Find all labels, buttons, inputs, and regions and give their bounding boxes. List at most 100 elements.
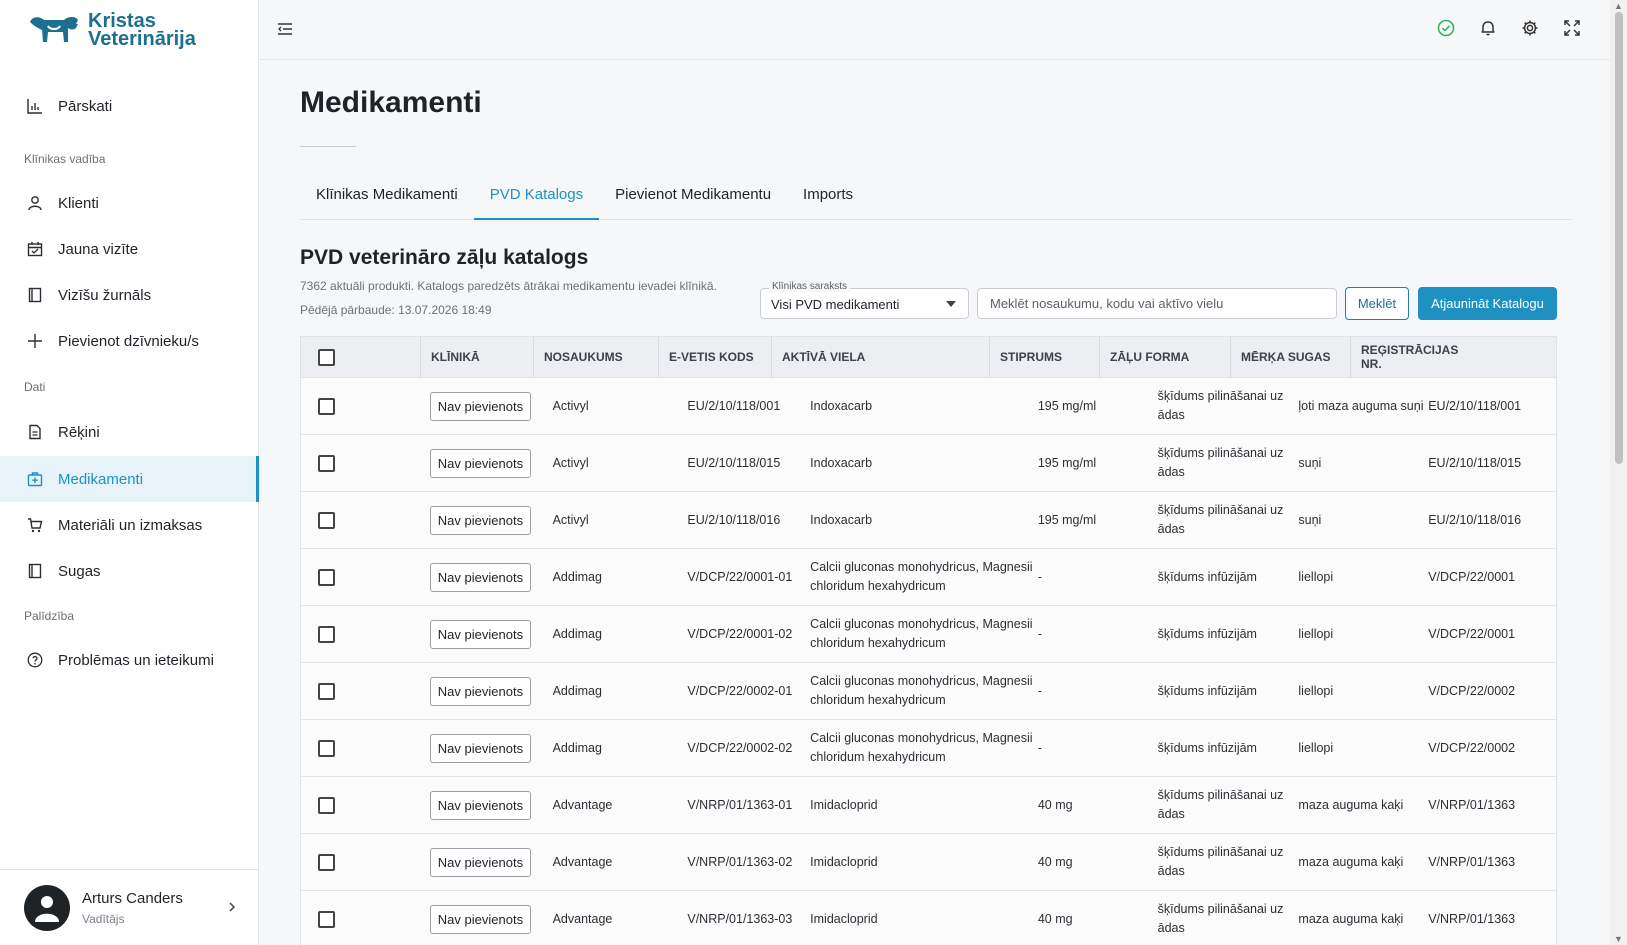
cell-substance: Indoxacarb (810, 398, 873, 413)
add-to-clinic-button[interactable]: Nav pievienots (429, 733, 532, 763)
cell-species: maza auguma kaķi (1298, 911, 1404, 926)
gear-icon[interactable] (1520, 18, 1540, 38)
col-header-code[interactable]: E-VETIS KODS (658, 337, 781, 378)
table-row: Nav pievienots Advantage V/NRP/01/1363-02 I… (301, 834, 1556, 891)
row-checkbox[interactable] (318, 454, 335, 472)
add-to-clinic-button[interactable]: Nav pievienots (429, 505, 532, 535)
brand-line2: Veterinārija (88, 28, 196, 50)
scroll-thumb[interactable] (1615, 12, 1623, 464)
sidebar-item-feedback[interactable]: Problēmas un ieteikumi (0, 637, 259, 683)
row-checkbox[interactable] (318, 682, 335, 700)
cell-code: EU/2/10/118/015 (687, 455, 781, 470)
select-all-cell (301, 337, 430, 378)
tab-add-medicine[interactable]: Pievienot Medikamentu (599, 178, 787, 220)
row-checkbox[interactable] (318, 568, 335, 586)
add-to-clinic-button[interactable]: Nav pievienots (429, 448, 532, 478)
catalog-search-input[interactable] (977, 288, 1337, 319)
add-to-clinic-button[interactable]: Nav pievienots (429, 391, 532, 421)
row-checkbox[interactable] (318, 625, 335, 643)
cell-form: šķīdums infūzijām (1157, 569, 1257, 584)
cell-reg: V/DCP/22/0002 (1428, 683, 1516, 698)
sidebar-item-invoices[interactable]: Rēķini (0, 409, 259, 455)
cell-strength: 40 mg (1037, 911, 1073, 926)
row-select-cell (301, 454, 430, 472)
sidebar-item-label: Materiāli un izmaksas (58, 516, 203, 534)
cell-name: Advantage (552, 797, 613, 812)
menu-collapse-icon[interactable] (276, 20, 296, 40)
sidebar-item-clients[interactable]: Klienti (0, 180, 259, 226)
col-header-reg[interactable]: REĢISTRĀCIJAS NR. (1350, 337, 1478, 378)
add-to-clinic-button[interactable]: Nav pievienots (429, 847, 532, 877)
table-row: Nav pievienots Addimag V/DCP/22/0001-01 Cal… (301, 549, 1556, 606)
tab-pvd-catalog[interactable]: PVD Katalogs (473, 178, 600, 220)
cell-strength: 195 mg/ml (1037, 512, 1097, 527)
cell-species: ļoti maza auguma suņi (1298, 398, 1424, 413)
row-checkbox[interactable] (318, 853, 335, 871)
topbar (260, 0, 1610, 60)
col-header-form[interactable]: ZĀĻU FORMA (1099, 337, 1240, 378)
cell-substance: Calcii gluconas monohydricus, Magnesii c… (810, 674, 1033, 707)
row-checkbox[interactable] (318, 511, 335, 529)
page-scrollbar[interactable]: ▲ ▼ (1610, 0, 1627, 945)
sidebar-item-materials[interactable]: Materiāli un izmaksas (0, 502, 259, 548)
col-header-substance[interactable]: AKTĪVĀ VIELA (771, 337, 999, 378)
clinic-list-select[interactable]: Klīnikas saraksts Visi PVD medikamenti (760, 281, 969, 319)
tab-imports[interactable]: Imports (787, 178, 869, 220)
dropdown-caret-icon (946, 301, 956, 307)
cell-reg: EU/2/10/118/016 (1428, 512, 1522, 527)
scroll-down-icon[interactable]: ▼ (1614, 934, 1623, 944)
search-button[interactable]: Meklēt (1345, 287, 1409, 320)
sidebar-item-label: Vizīšu žurnāls (58, 286, 152, 304)
cell-strength: - (1037, 626, 1042, 641)
sidebar-item-species[interactable]: Sugas (0, 548, 259, 594)
bell-icon[interactable] (1478, 18, 1498, 38)
table-row: Nav pievienots Activyl EU/2/10/118/016 Indo… (301, 492, 1556, 549)
add-to-clinic-button[interactable]: Nav pievienots (429, 562, 532, 592)
row-select-cell (301, 625, 430, 643)
row-checkbox[interactable] (318, 796, 335, 814)
cart-icon (26, 516, 44, 534)
user-profile[interactable]: Arturs Canders Vadītājs (0, 869, 259, 945)
sidebar-section-help: Palīdzība (24, 609, 75, 623)
chevron-right-icon[interactable] (227, 900, 237, 916)
update-catalog-button[interactable]: Atjaunināt Katalogu (1418, 287, 1557, 320)
sidebar-item-label: Medikamenti (58, 470, 144, 488)
cell-form: šķīdums pilināšanai uz ādas (1157, 446, 1284, 479)
sidebar-item-medicines[interactable]: Medikamenti (0, 456, 259, 502)
cell-species: liellopi (1298, 740, 1334, 755)
row-checkbox[interactable] (318, 397, 335, 415)
fullscreen-icon[interactable] (1562, 18, 1582, 38)
table-row: Nav pievienots Addimag V/DCP/22/0001-02 Cal… (301, 606, 1556, 663)
cell-code: V/NRP/01/1363-01 (687, 797, 793, 812)
select-all-checkbox[interactable] (318, 348, 335, 366)
cell-substance: Indoxacarb (810, 455, 873, 470)
col-header-species[interactable]: MĒRĶA SUGAS (1230, 337, 1360, 378)
row-select-cell (301, 397, 430, 415)
sidebar-item-label: Pārskati (58, 97, 113, 115)
cell-strength: - (1037, 683, 1042, 698)
col-header-strength[interactable]: STIPRUMS (989, 337, 1109, 378)
row-checkbox[interactable] (318, 739, 335, 757)
cell-substance: Calcii gluconas monohydricus, Magnesii c… (810, 617, 1033, 650)
help-circle-icon (26, 651, 44, 669)
sidebar-item-overview[interactable]: Pārskati (0, 83, 259, 129)
scroll-up-icon[interactable]: ▲ (1614, 1, 1623, 11)
cell-clinic-status: Nav pievienots (429, 733, 553, 763)
sidebar-item-visit-log[interactable]: Vizīšu žurnāls (0, 272, 259, 318)
cell-form: šķīdums pilināšanai uz ādas (1157, 902, 1284, 935)
add-to-clinic-button[interactable]: Nav pievienots (429, 676, 532, 706)
add-to-clinic-button[interactable]: Nav pievienots (429, 619, 532, 649)
add-to-clinic-button[interactable]: Nav pievienots (429, 790, 532, 820)
sidebar-item-new-visit[interactable]: Jauna vizīte (0, 226, 259, 272)
cell-code: V/DCP/22/0002-02 (687, 740, 793, 755)
brand-logo[interactable]: Kristas Veterinārija (26, 10, 196, 50)
row-checkbox[interactable] (318, 910, 335, 928)
sidebar-item-add-animal[interactable]: Pievienot dzīvnieku/s (0, 318, 259, 364)
tab-clinic-medicines[interactable]: Klīnikas Medikamenti (300, 178, 474, 220)
col-header-name[interactable]: NOSAUKUMS (533, 337, 668, 378)
add-to-clinic-button[interactable]: Nav pievienots (429, 904, 532, 934)
status-ok-icon[interactable] (1436, 18, 1456, 38)
col-header-clinic[interactable]: KLĪNIKĀ (420, 337, 543, 378)
row-select-cell (301, 853, 430, 871)
avatar (24, 884, 70, 931)
